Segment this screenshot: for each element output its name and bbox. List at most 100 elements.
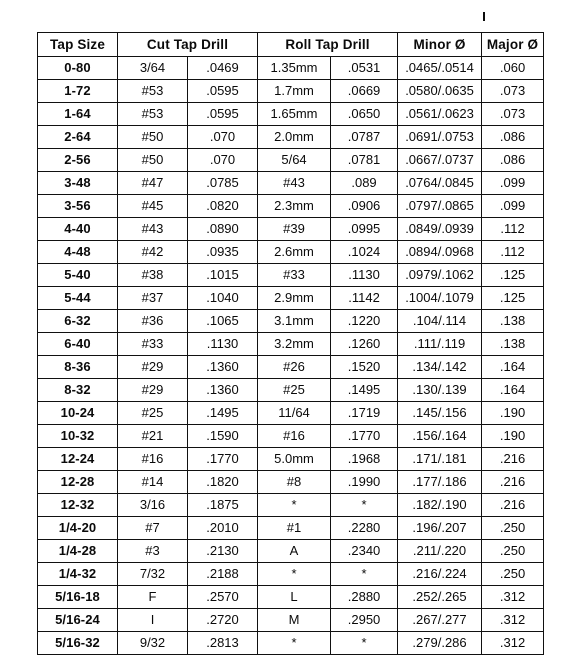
cell-roll-drill: #16 [257,424,332,448]
cell-roll-drill: 2.9mm [257,286,332,310]
cell-roll-drill: #1 [257,516,332,540]
cell-minor-diameter: .145/.156 [397,401,483,425]
cell-roll-drill: 1.35mm [257,56,332,80]
cell-roll-decimal: .1220 [330,309,399,333]
cell-cut-drill: #42 [117,240,188,264]
cell-cut-decimal: .1495 [186,401,259,425]
cell-minor-diameter: .216/.224 [397,562,483,586]
cell-roll-decimal: .1990 [330,470,399,494]
table-row: 2-64 #50.070 2.0mm .0787.0691/.0753.086 [37,125,545,149]
cell-roll-decimal: .0531 [330,56,399,80]
cell-major-diameter: .112 [481,217,545,241]
cell-minor-diameter: .0691/.0753 [397,125,483,149]
cell-tap-size: 2-64 [37,125,118,149]
cell-roll-drill: * [257,493,332,517]
cell-roll-decimal: .2280 [330,516,399,540]
cell-minor-diameter: .0764/.0845 [397,171,483,195]
cell-cut-drill: #43 [117,217,188,241]
cell-cut-drill: #37 [117,286,188,310]
cell-roll-drill: 3.1mm [257,309,332,333]
cell-minor-diameter: .0894/.0968 [397,240,483,264]
cell-cut-decimal: .1360 [186,378,259,402]
cell-roll-decimal: .0650 [330,102,399,126]
cell-major-diameter: .250 [481,562,545,586]
cell-tap-size: 1/4-20 [37,516,118,540]
cell-tap-size: 3-56 [37,194,118,218]
cell-major-diameter: .312 [481,585,545,609]
cell-minor-diameter: .0580/.0635 [397,79,483,103]
cell-tap-size: 4-40 [37,217,118,241]
cell-major-diameter: .216 [481,447,545,471]
cell-minor-diameter: .252/.265 [397,585,483,609]
cell-roll-decimal: .0787 [330,125,399,149]
cell-cut-drill: I [117,608,188,632]
cell-cut-decimal: .0469 [186,56,259,80]
cell-roll-drill: 3.2mm [257,332,332,356]
cell-cut-decimal: .1875 [186,493,259,517]
cell-roll-drill: 2.6mm [257,240,332,264]
cell-minor-diameter: .0797/.0865 [397,194,483,218]
cell-major-diameter: .125 [481,263,545,287]
table-row: 10-24 #25.1495 11/64.1719.145/.156.190 [37,401,545,425]
cell-minor-diameter: .0667/.0737 [397,148,483,172]
cell-tap-size: 10-32 [37,424,118,448]
cell-tap-size: 4-48 [37,240,118,264]
column-header-major-diameter: Major Ø [481,32,545,57]
cell-cut-drill: F [117,585,188,609]
tap-drill-table-container: Tap Size Cut Tap Drill Roll Tap Drill Mi… [37,32,545,655]
table-row: 12-32 3/16.1875 * * .182/.190.216 [37,493,545,517]
cell-major-diameter: .099 [481,194,545,218]
cell-minor-diameter: .1004/.1079 [397,286,483,310]
cell-cut-decimal: .0935 [186,240,259,264]
cell-tap-size: 12-28 [37,470,118,494]
cell-cut-decimal: .1820 [186,470,259,494]
cell-cut-drill: #16 [117,447,188,471]
table-row: 0-80 3/64.0469 1.35mm .0531.0465/.0514.060 [37,56,545,80]
cell-major-diameter: .312 [481,608,545,632]
cell-major-diameter: .112 [481,240,545,264]
cell-cut-decimal: .1130 [186,332,259,356]
cell-cut-decimal: .0890 [186,217,259,241]
cell-cut-decimal: .1360 [186,355,259,379]
cell-minor-diameter: .0561/.0623 [397,102,483,126]
header-row: Tap Size Cut Tap Drill Roll Tap Drill Mi… [37,32,545,57]
cell-roll-decimal: * [330,493,399,517]
cell-cut-drill: #7 [117,516,188,540]
cell-tap-size: 12-24 [37,447,118,471]
cell-roll-drill: * [257,562,332,586]
cell-tap-size: 3-48 [37,171,118,195]
table-row: 1/4-20 #7.2010 #1.2280.196/.207.250 [37,516,545,540]
cell-tap-size: 8-36 [37,355,118,379]
cell-major-diameter: .312 [481,631,545,655]
cell-roll-decimal: .0781 [330,148,399,172]
cell-minor-diameter: .134/.142 [397,355,483,379]
cell-cut-drill: 7/32 [117,562,188,586]
cell-minor-diameter: .156/.164 [397,424,483,448]
cell-roll-decimal: .1130 [330,263,399,287]
cell-tap-size: 5/16-24 [37,608,118,632]
cell-roll-decimal: .1719 [330,401,399,425]
cell-cut-decimal: .2010 [186,516,259,540]
cell-minor-diameter: .104/.114 [397,309,483,333]
table-row: 5-40 #38.1015 #33.1130.0979/.1062.125 [37,263,545,287]
cell-cut-decimal: .0595 [186,102,259,126]
table-row: 4-48 #42.0935 2.6mm .1024.0894/.0968.112 [37,240,545,264]
cell-major-diameter: .099 [481,171,545,195]
cell-cut-drill: #38 [117,263,188,287]
cell-cut-drill: #14 [117,470,188,494]
table-row: 4-40 #43.0890 #39.0995.0849/.0939.112 [37,217,545,241]
column-header-tap-size: Tap Size [37,32,118,57]
cell-roll-drill: L [257,585,332,609]
cell-roll-drill: #33 [257,263,332,287]
cell-cut-decimal: .1065 [186,309,259,333]
cell-roll-decimal: .1024 [330,240,399,264]
cell-minor-diameter: .182/.190 [397,493,483,517]
cell-cut-decimal: .2570 [186,585,259,609]
cell-cut-decimal: .070 [186,148,259,172]
cell-cut-drill: #21 [117,424,188,448]
document-sheet: Tap Size Cut Tap Drill Roll Tap Drill Mi… [0,0,580,655]
cell-cut-drill: #3 [117,539,188,563]
cell-cut-decimal: .0595 [186,79,259,103]
cell-cut-drill: #29 [117,378,188,402]
table-row: 5/16-24 I .2720 M .2950.267/.277.312 [37,608,545,632]
